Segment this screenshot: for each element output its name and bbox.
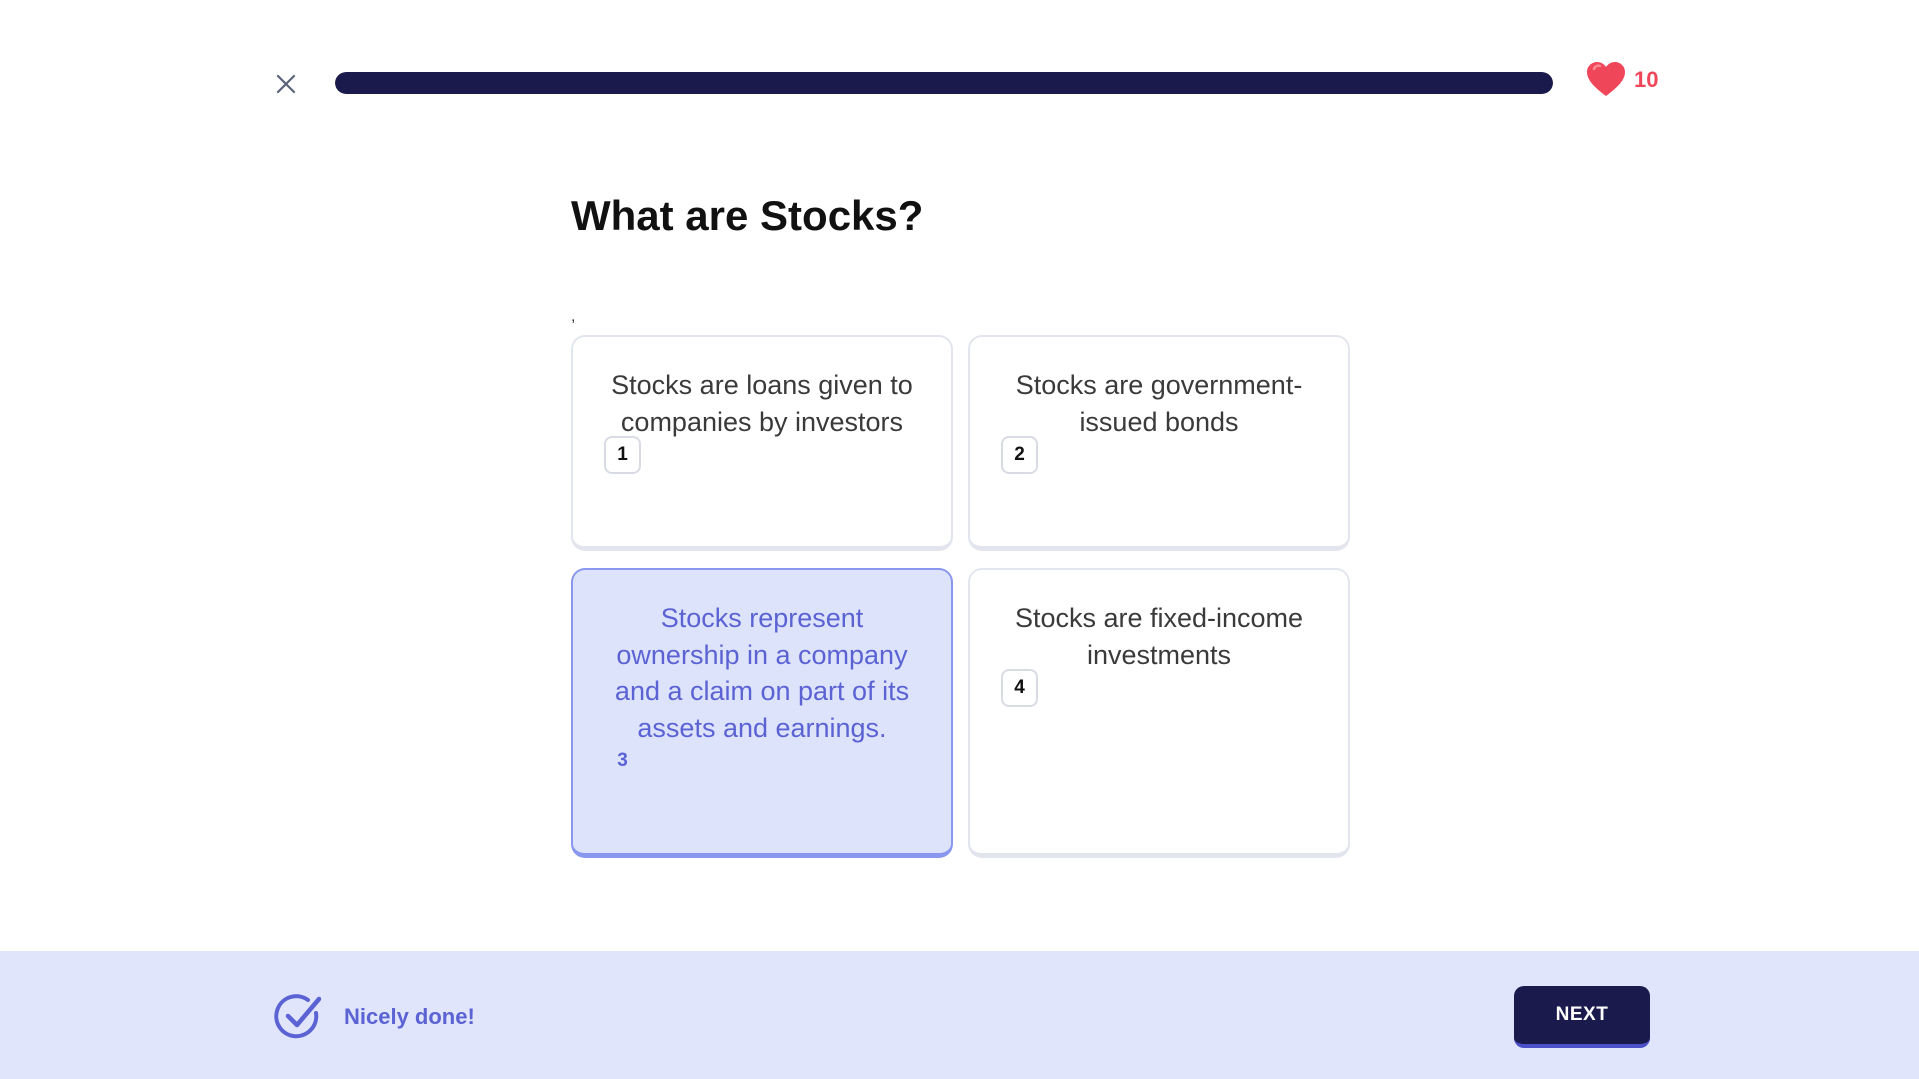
stray-text: , bbox=[571, 308, 576, 325]
next-button[interactable]: NEXT bbox=[1514, 986, 1650, 1048]
check-circle-icon bbox=[274, 994, 322, 1039]
progress-fill bbox=[335, 72, 1553, 94]
answer-option-text: Stocks are fixed-income investments bbox=[1014, 603, 1304, 670]
answer-option-1[interactable]: Stocks are loans given to companies by i… bbox=[571, 335, 953, 551]
answer-option-key: 1 bbox=[604, 436, 641, 474]
answer-option-text: Stocks are government-issued bonds bbox=[1015, 370, 1303, 437]
answer-option-4[interactable]: Stocks are fixed-income investments 4 bbox=[968, 568, 1350, 858]
feedback-message: Nicely done! bbox=[272, 991, 475, 1043]
answer-option-3[interactable]: Stocks represent ownership in a company … bbox=[571, 568, 953, 858]
answer-option-text: Stocks represent ownership in a company … bbox=[614, 603, 910, 743]
answer-option-key: 4 bbox=[1001, 669, 1038, 707]
answer-option-key: 2 bbox=[1001, 436, 1038, 474]
lives-count: 10 bbox=[1634, 67, 1659, 92]
feedback-text: Nicely done! bbox=[344, 1004, 475, 1029]
lesson-page: 10 What are Stocks? , Stocks are loans g… bbox=[0, 0, 1919, 1079]
progress-bar bbox=[335, 72, 1553, 94]
feedback-footer: Nicely done! NEXT bbox=[0, 951, 1919, 1079]
answer-option-2[interactable]: Stocks are government-issued bonds 2 bbox=[968, 335, 1350, 551]
answer-option-text: Stocks are loans given to companies by i… bbox=[611, 370, 913, 437]
question-title: What are Stocks? bbox=[571, 192, 924, 239]
lives-counter: 10 bbox=[1586, 62, 1658, 98]
heart-icon bbox=[1587, 62, 1625, 96]
close-icon bbox=[276, 74, 296, 94]
close-button[interactable] bbox=[272, 70, 300, 98]
answer-option-key: 3 bbox=[617, 750, 628, 771]
